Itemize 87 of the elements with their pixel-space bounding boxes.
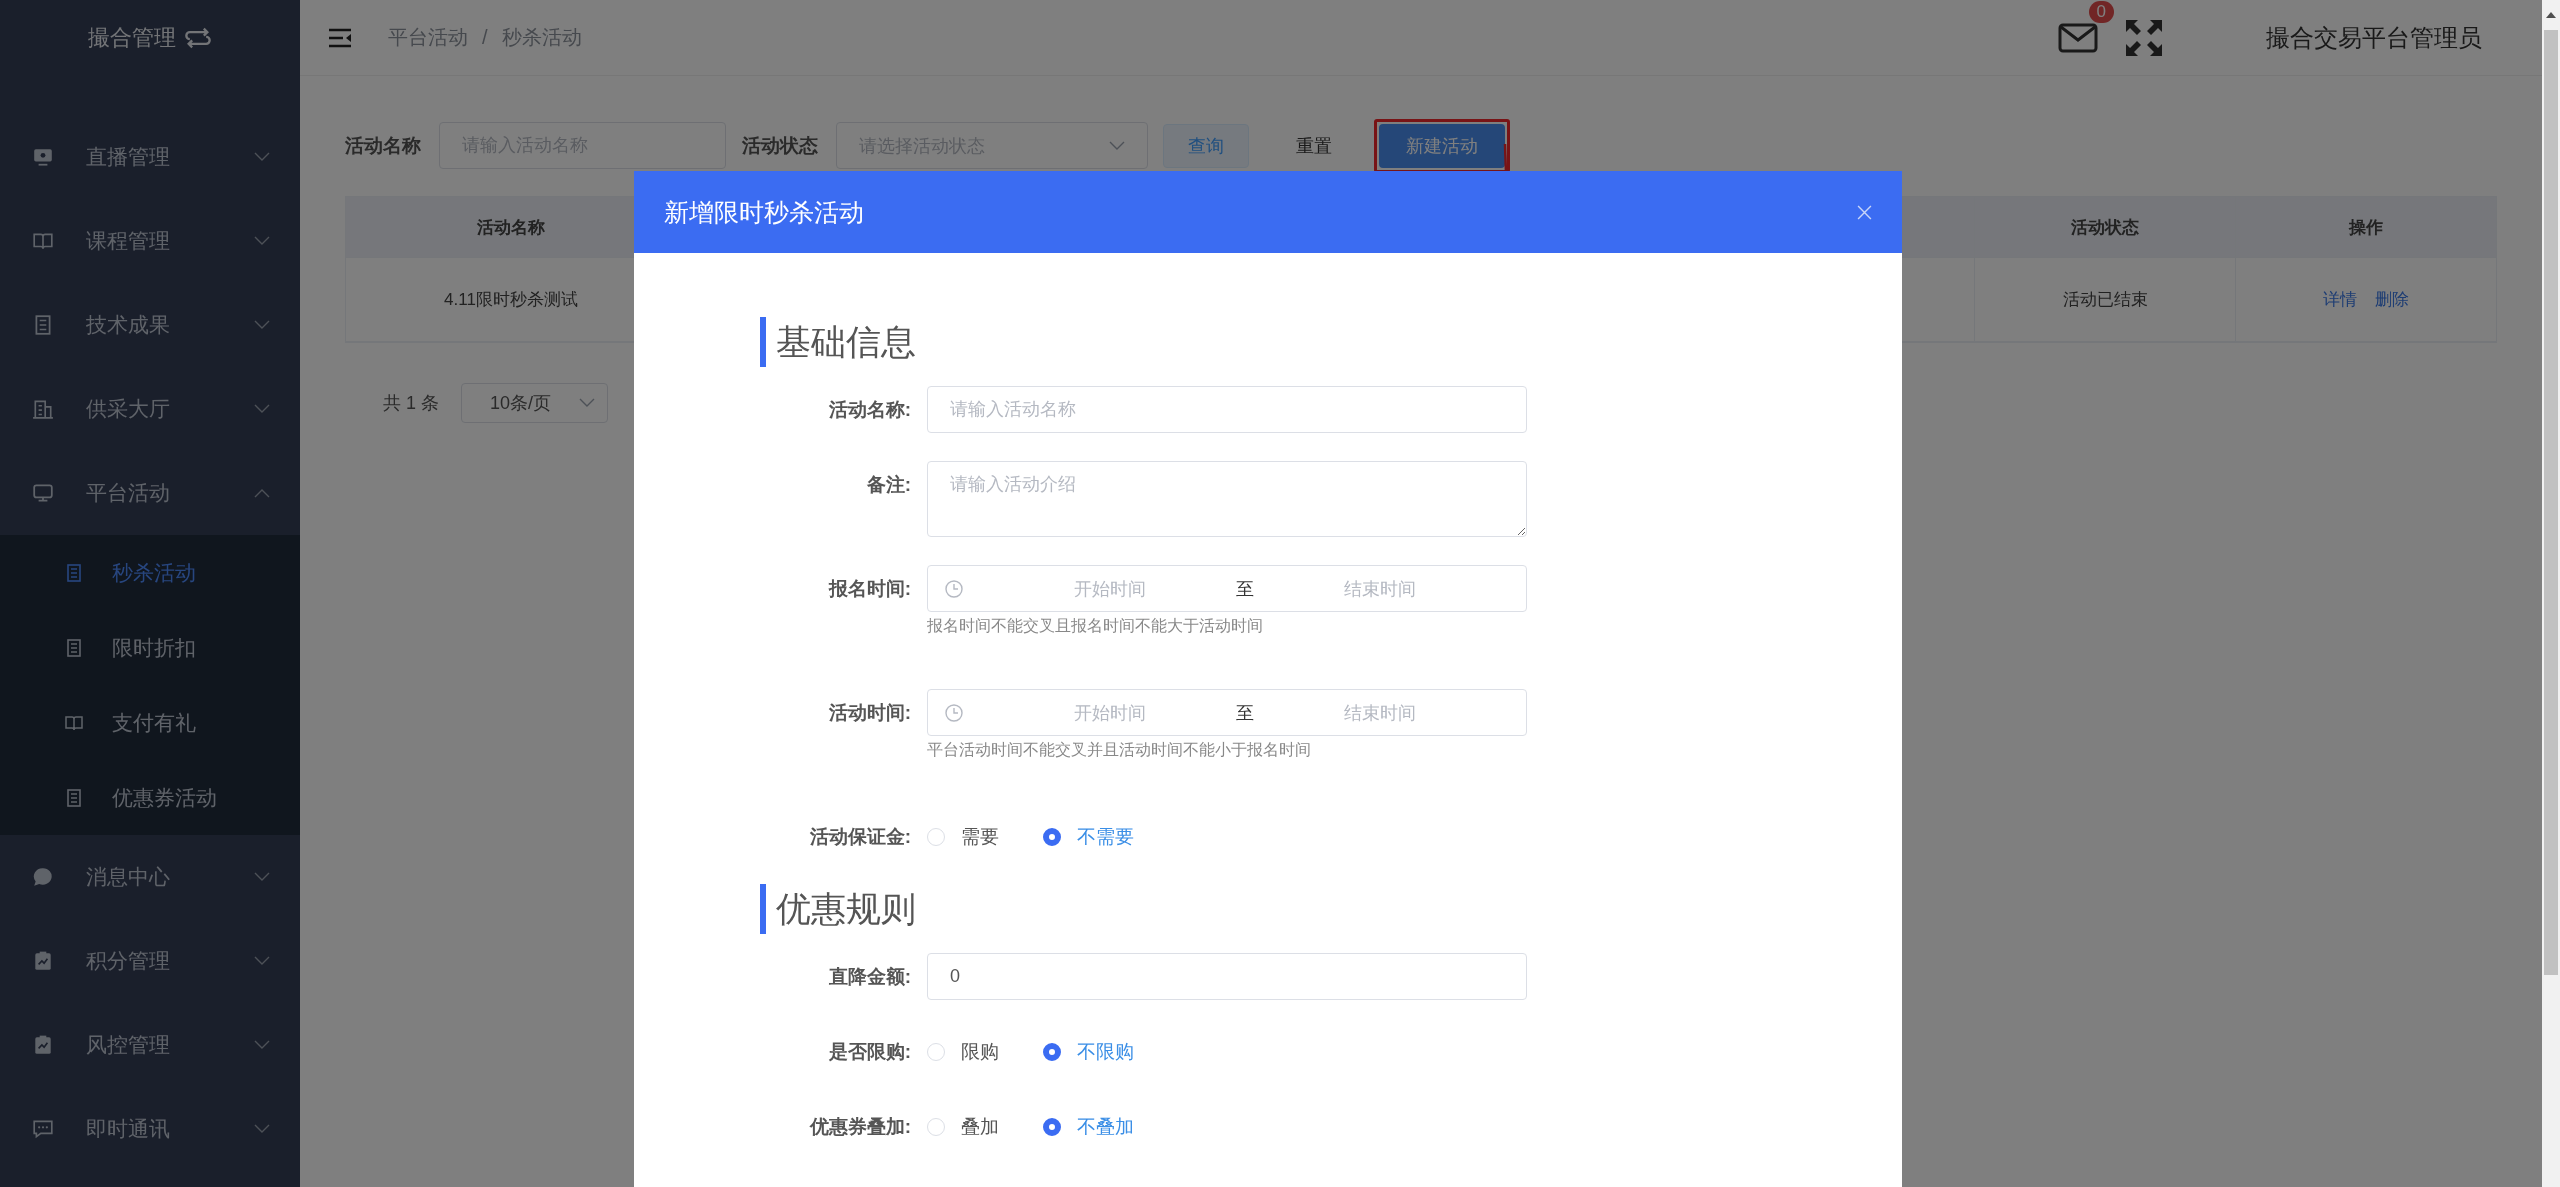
clipboard-icon (32, 950, 54, 972)
radio-checked[interactable] (1043, 827, 1061, 846)
radio-checked[interactable] (1043, 1042, 1061, 1061)
column-header: 操作 (2347, 216, 2384, 239)
radio-option[interactable]: 需要 (927, 823, 999, 850)
field-label: 报名时间: (827, 577, 912, 601)
submenu-item[interactable]: 优惠券活动 (0, 760, 300, 835)
submenu-item[interactable]: 限时折扣 (0, 610, 300, 685)
menu-icon[interactable] (328, 27, 352, 48)
scrollbar[interactable] (2542, 0, 2560, 1187)
radio-option[interactable]: 限购 (927, 1038, 999, 1065)
swap-icon[interactable] (184, 25, 212, 50)
breadcrumb-item[interactable]: 平台活动 (388, 24, 468, 51)
scrollbar-thumb[interactable] (2544, 30, 2558, 975)
chevron-down-icon (1109, 140, 1125, 151)
radio-option[interactable]: 不需要 (1043, 823, 1134, 850)
chevron-down-icon (579, 398, 595, 408)
page-size-select[interactable]: 10条/页 (461, 383, 608, 423)
fullscreen-icon[interactable] (2124, 17, 2164, 58)
menu-item[interactable]: 供采大厅 (0, 367, 300, 451)
radio-option[interactable]: 不限购 (1043, 1038, 1134, 1065)
menu-item[interactable]: 积分管理 (0, 919, 300, 1003)
field-label: 备注: (865, 473, 912, 497)
document-icon (64, 562, 84, 583)
notification-badge: 0 (2088, 0, 2114, 23)
filter-label: 活动状态 (742, 133, 818, 158)
menu-item[interactable]: 消息中心 (0, 835, 300, 919)
field-label: 是否限购: (827, 1040, 912, 1064)
action-link[interactable]: 删除 (2375, 288, 2409, 311)
app-title: 撮合管理 (88, 23, 176, 52)
column-header: 活动状态 (1975, 197, 2236, 257)
breadcrumb-item[interactable]: 秒杀活动 (501, 24, 582, 51)
total-count: 共 1 条 (383, 392, 439, 415)
submenu-item[interactable]: 秒杀活动 (0, 535, 300, 610)
menu-item[interactable]: 平台活动 (0, 451, 300, 535)
chat-bubble-icon (32, 866, 54, 888)
input-field[interactable]: 0 (927, 953, 1527, 1000)
radio-option[interactable]: 叠加 (927, 1113, 999, 1140)
radio-unchecked[interactable] (927, 1042, 945, 1061)
message-icon (32, 1118, 54, 1140)
field-label: 优惠券叠加: (808, 1115, 912, 1139)
section-title: 基础信息 (760, 317, 1902, 367)
field-label: 活动时间: (827, 701, 912, 725)
menu-item[interactable]: 课程管理 (0, 199, 300, 283)
field-hint: 报名时间不能交叉且报名时间不能大于活动时间 (927, 616, 1264, 636)
close-icon[interactable] (1857, 204, 1872, 220)
menu-item[interactable]: 技术成果 (0, 283, 300, 367)
field-label: 活动保证金: (808, 825, 912, 849)
user-name[interactable]: 撮合交易平台管理员 (2266, 21, 2482, 54)
clock-icon (944, 702, 964, 723)
section-title: 优惠规则 (760, 884, 1902, 934)
action-link[interactable]: 详情 (2323, 288, 2357, 311)
submenu-item[interactable]: 支付有礼 (0, 685, 300, 760)
button[interactable]: 新建活动 (1379, 123, 1505, 168)
table-cell: 活动已结束 (1975, 258, 2236, 341)
radio-option[interactable]: 不叠加 (1043, 1113, 1134, 1140)
radio-unchecked[interactable] (927, 827, 945, 846)
start-date-placeholder: 开始时间 (1073, 577, 1147, 601)
building-icon (32, 398, 54, 420)
menu-item[interactable]: 即时通讯 (0, 1087, 300, 1171)
monitor-icon (32, 482, 54, 504)
mail-icon[interactable] (2058, 22, 2098, 53)
range-separator: 至 (1235, 577, 1255, 601)
button[interactable]: 查询 (1163, 123, 1249, 168)
filter-label: 活动名称 (345, 133, 421, 158)
document-icon (64, 637, 84, 658)
field-label: 直降金额: (827, 965, 912, 989)
radio-unchecked[interactable] (927, 1117, 945, 1136)
monitor-icon (32, 146, 54, 168)
end-date-placeholder: 结束时间 (1343, 577, 1417, 601)
text-area[interactable]: 请输入活动介绍 (927, 461, 1527, 537)
clock-icon (944, 578, 964, 599)
end-date-placeholder: 结束时间 (1343, 701, 1417, 725)
document-icon (64, 787, 84, 808)
range-separator: 至 (1235, 701, 1255, 725)
clipboard-icon (32, 1034, 54, 1056)
field-label: 活动名称: (827, 398, 912, 422)
input-field[interactable]: 请输入活动名称 (927, 386, 1527, 433)
menu-item[interactable]: 风控管理 (0, 1003, 300, 1087)
radio-checked[interactable] (1043, 1117, 1061, 1136)
scroll-up-icon[interactable] (2546, 12, 2556, 18)
date-range-field[interactable]: 开始时间 至 结束时间 (927, 689, 1527, 736)
breadcrumb-separator: / (482, 26, 488, 49)
field-hint: 平台活动时间不能交叉并且活动时间不能小于报名时间 (927, 740, 1312, 760)
date-range-field[interactable]: 开始时间 至 结束时间 (927, 565, 1527, 612)
menu-item[interactable]: 直播管理 (0, 115, 300, 199)
start-date-placeholder: 开始时间 (1073, 701, 1147, 725)
